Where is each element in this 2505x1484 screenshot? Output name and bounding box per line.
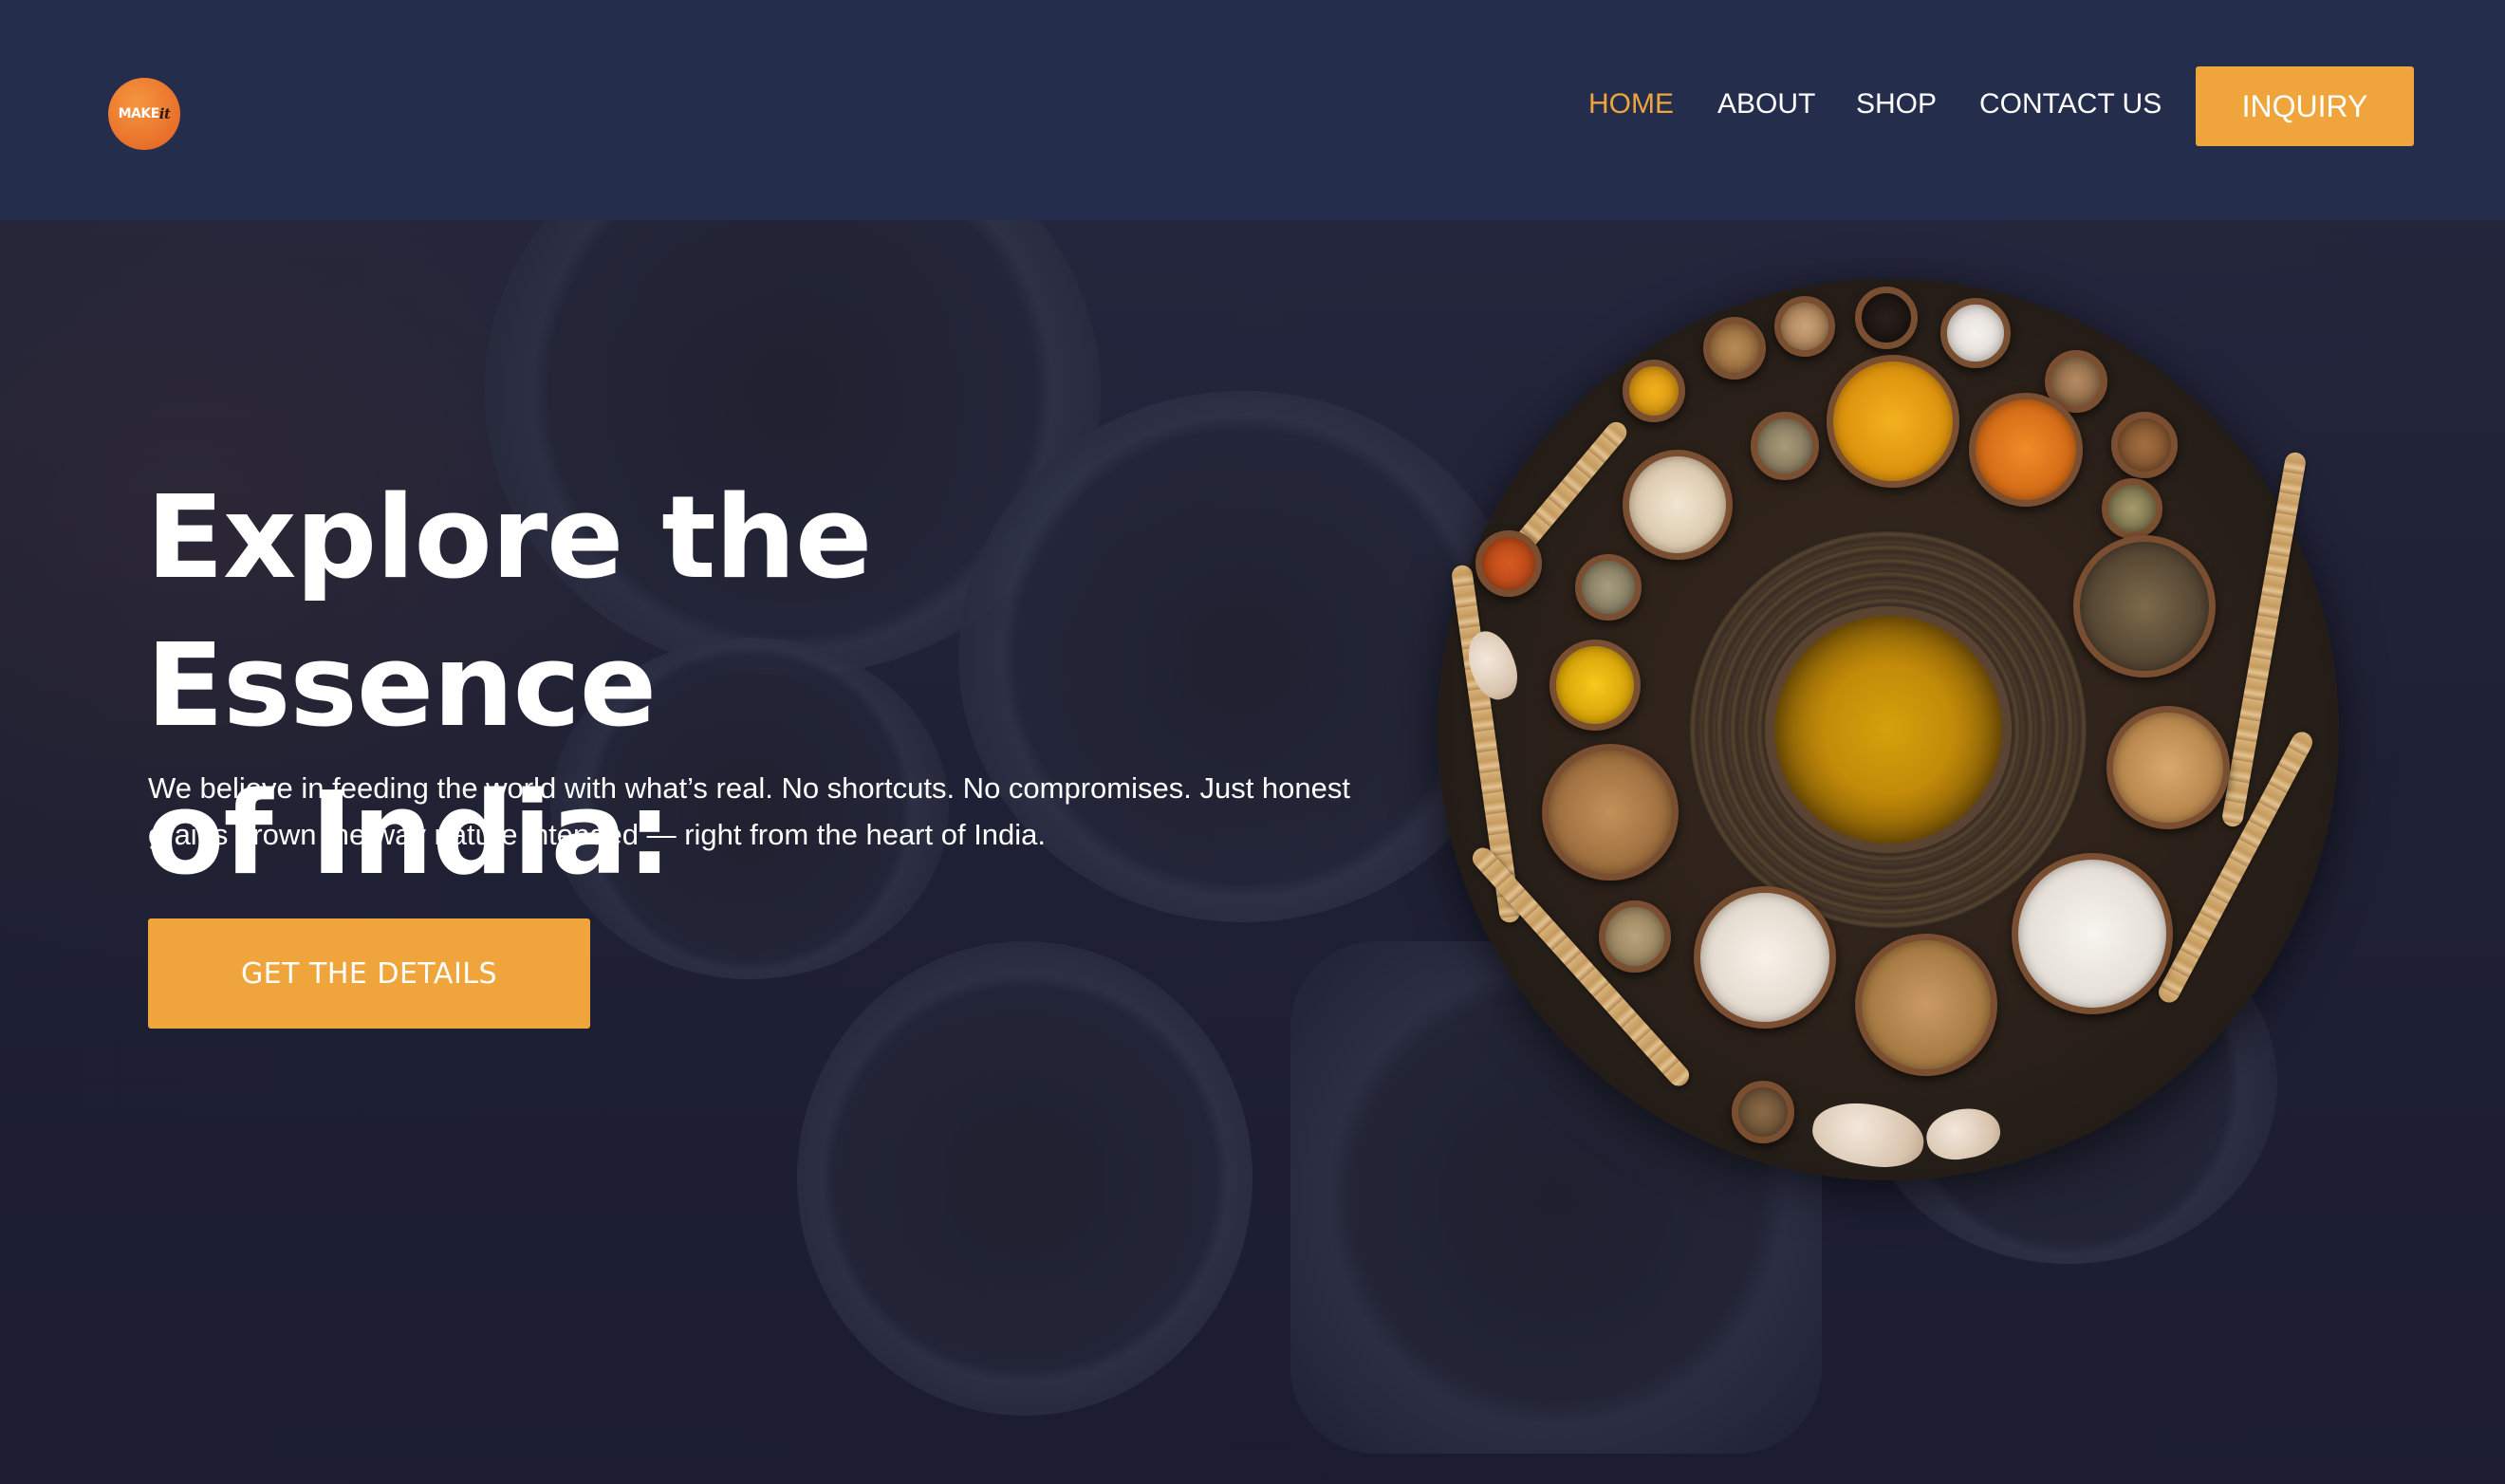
spice-bowl: [2106, 706, 2230, 829]
spice-bowl: [1549, 640, 1641, 731]
spice-bowl: [1623, 360, 1685, 422]
spice-bowl: [1751, 412, 1819, 480]
spice-bowl: [1475, 530, 1542, 597]
spice-bowl: [1542, 744, 1679, 881]
spice-bowl: [1575, 554, 1642, 621]
hero-description: We believe in feeding the world with wha…: [148, 771, 1351, 851]
spice-bowl: [1732, 1081, 1794, 1143]
inquiry-button[interactable]: INQUIRY: [2196, 66, 2414, 146]
logo-text: MAKE: [118, 106, 160, 121]
get-details-button[interactable]: GET THE DETAILS: [148, 918, 590, 1029]
nav-contact-us[interactable]: CONTACT US: [1979, 85, 2162, 123]
spice-bowl: [2111, 412, 2178, 478]
garlic-clove: [1922, 1103, 2004, 1165]
spice-bowl-rice: [1694, 886, 1836, 1029]
spice-bowl: [1855, 934, 1997, 1076]
brand-logo[interactable]: MAKE it: [108, 78, 180, 150]
spice-bowl: [1855, 287, 1918, 349]
logo-suffix: it: [158, 105, 171, 122]
spice-bowl: [1599, 900, 1671, 973]
spice-bowl-turmeric: [1827, 355, 1959, 488]
spice-bowl: [1703, 317, 1766, 380]
spice-bowl: [2073, 535, 2216, 677]
spice-bowl-chili: [1969, 393, 2083, 507]
hero-section: Explore the Essence of India: We believe…: [0, 220, 2505, 1484]
spice-platter-image: [1438, 279, 2339, 1180]
spice-bowl: [1940, 298, 2011, 368]
spice-bowl: [1774, 296, 1835, 357]
nav-about[interactable]: ABOUT: [1717, 85, 1815, 123]
spice-bowl-rice: [2012, 853, 2173, 1014]
oil-bowl: [1765, 606, 2012, 853]
navbar: MAKE it HOME ABOUT SHOP CONTACT US INQUIR…: [0, 0, 2505, 220]
hero-title-line-1: Explore the Essence: [146, 473, 872, 752]
garlic-clove: [1808, 1095, 1929, 1175]
nav-home[interactable]: HOME: [1588, 85, 1674, 123]
nav-shop[interactable]: SHOP: [1856, 85, 1937, 123]
spice-bowl: [2102, 478, 2162, 539]
spice-bowl: [1623, 450, 1733, 560]
